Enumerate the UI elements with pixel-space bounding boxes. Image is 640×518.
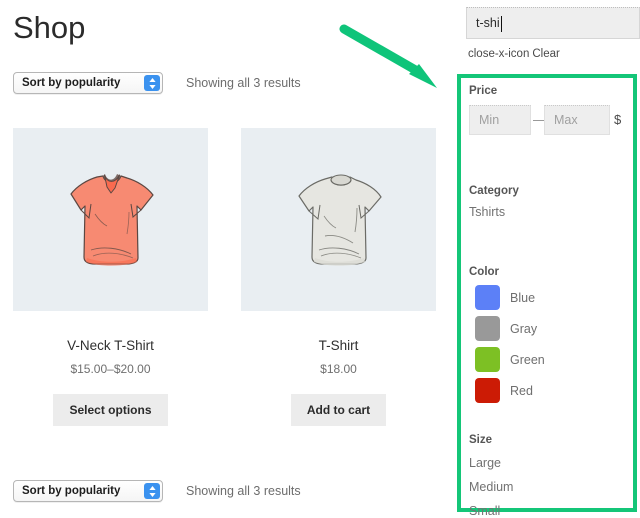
add-to-cart-button[interactable]: Add to cart [290, 394, 387, 426]
color-swatch-green [475, 347, 500, 372]
color-label-green: Green [510, 352, 545, 367]
color-label-gray: Gray [510, 321, 538, 336]
close-x-icon: close-x-icon [468, 48, 530, 60]
price-heading: Price [469, 85, 498, 97]
size-option-small[interactable]: Small [469, 504, 513, 518]
category-item-tshirts[interactable]: Tshirts [469, 205, 519, 220]
price-max-input[interactable]: Max [544, 105, 610, 135]
category-heading: Category [469, 185, 519, 197]
sort-bar-bottom: Sort by popularity Showing all 3 results [13, 480, 301, 502]
size-filter: Size Large Medium Small [469, 433, 513, 518]
color-swatch-red [475, 378, 500, 403]
sort-updown-icon[interactable] [144, 483, 160, 499]
size-heading: Size [469, 434, 493, 446]
color-option-red[interactable]: Red [469, 378, 545, 403]
sort-updown-icon[interactable] [144, 75, 160, 91]
color-option-green[interactable]: Green [469, 347, 545, 372]
price-min-input[interactable]: Min [469, 105, 531, 135]
tshirt-image[interactable] [241, 128, 436, 311]
text-cursor [500, 16, 502, 32]
product-name[interactable]: V-Neck T-Shirt [13, 338, 208, 354]
product-card: T-Shirt $18.00 Add to cart [241, 128, 436, 426]
color-swatch-gray [475, 316, 500, 341]
results-count-top: Showing all 3 results [186, 76, 301, 90]
page-title: Shop [13, 10, 86, 45]
product-card: V-Neck T-Shirt $15.00–$20.00 Select opti… [13, 128, 208, 426]
v-neck-tshirt-image[interactable] [13, 128, 208, 311]
color-option-gray[interactable]: Gray [469, 316, 545, 341]
color-option-blue[interactable]: Blue [469, 285, 545, 310]
category-filter: Category Tshirts [469, 184, 519, 220]
results-count-bottom: Showing all 3 results [186, 484, 301, 498]
clear-label: Clear [532, 48, 560, 60]
sort-select-bottom[interactable]: Sort by popularity [13, 480, 163, 502]
sort-select-top[interactable]: Sort by popularity [13, 72, 163, 94]
clear-search-button[interactable]: close-x-icon Clear [468, 47, 560, 62]
color-heading: Color [469, 266, 500, 278]
color-label-blue: Blue [510, 290, 536, 305]
product-price: $15.00–$20.00 [70, 362, 151, 376]
select-options-button[interactable]: Select options [53, 394, 168, 426]
size-option-large[interactable]: Large [469, 456, 513, 471]
filter-sidebar: t-shi close-x-iconClear Price Min — Max [457, 0, 640, 518]
shop-page: Shop Sort by popularity Showing all 3 re… [0, 0, 640, 518]
price-min-placeholder: Min [479, 113, 500, 127]
sort-select-bottom-label: Sort by popularity [22, 485, 121, 497]
color-label-red: Red [510, 383, 533, 398]
product-price: $18.00 [320, 362, 357, 376]
search-input-value: t-shi [476, 16, 500, 30]
price-max-placeholder: Max [554, 113, 578, 127]
currency-symbol: $ [614, 112, 622, 127]
color-swatch-blue [475, 285, 500, 310]
size-option-medium[interactable]: Medium [469, 480, 513, 495]
sort-bar-top: Sort by popularity Showing all 3 results [13, 72, 301, 94]
color-filter: Color Blue Gray Green Red [469, 265, 545, 403]
search-input[interactable]: t-shi [466, 7, 640, 39]
sort-select-top-label: Sort by popularity [22, 77, 121, 89]
price-range-separator: — [533, 113, 546, 127]
shop-main-column: Shop Sort by popularity Showing all 3 re… [0, 0, 452, 518]
product-name[interactable]: T-Shirt [241, 338, 436, 354]
